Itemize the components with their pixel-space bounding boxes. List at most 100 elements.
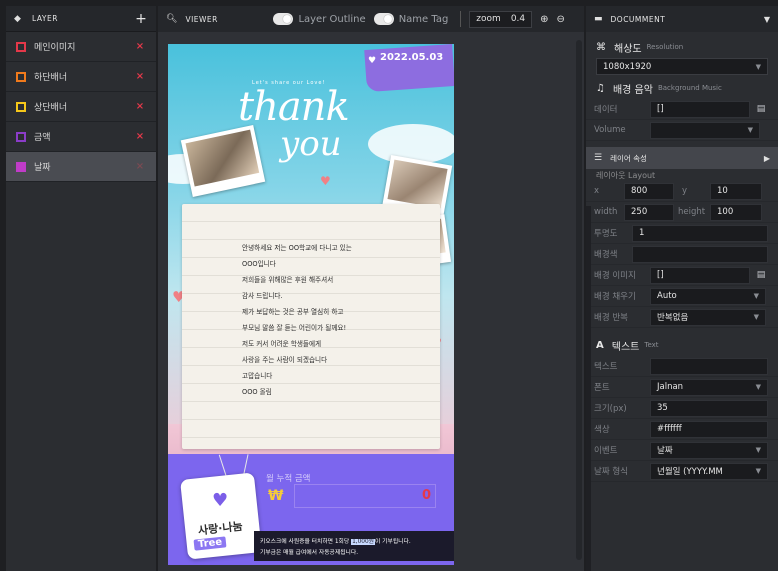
text-field[interactable] [650,357,768,375]
properties-panel: ▬ DOCUMMENT ▼ ⌘ 해상도 Resolution 1080x1920… [586,6,778,571]
you-text: you [280,124,342,164]
layer-label: 날짜 [34,163,51,173]
won-icon: ₩ [268,488,284,504]
delete-layer-button[interactable]: × [134,131,146,142]
photo-image [387,159,448,209]
opacity-row: 투명도 1 [586,223,778,244]
letter-line: 저도 커서 어려운 학생들에게 [242,340,322,348]
bgfill-value: Auto [657,291,677,301]
document-header[interactable]: ▬ DOCUMMENT ▼ [586,6,778,32]
opacity-label: 투명도 [594,229,618,239]
music-data-field[interactable]: [] [650,100,750,118]
resolution-subtitle: Resolution [646,43,684,51]
name-tag-toggle[interactable] [373,13,394,25]
layer-outline-toggle[interactable] [273,13,294,25]
donation-info-line: 키오스크에 사원증을 터치하면 1회당 1,000원이 기부됩니다. [260,536,411,545]
volume-label: Volume [594,125,626,135]
bgrepeat-select[interactable]: 반복없음 ▼ [650,308,766,326]
music-data-row: 데이터 [] ▤ [586,99,778,120]
heart-icon: ♥ [320,174,331,188]
color-field[interactable]: #ffffff [650,420,768,438]
layer-item-amount[interactable]: 금액 × [6,122,156,152]
music-section: ♫ 배경 음악 Background Music [586,77,778,99]
width-label: width [594,207,618,217]
bgrepeat-label: 배경 반복 [594,313,628,323]
font-row: 폰트 Jalnan ▼ [586,377,778,398]
search-icon: 🔍︎ [166,14,178,24]
height-field[interactable]: 100 [710,203,762,221]
music-title: 배경 음악 [612,84,653,96]
donation-info-text: 키오스크에 사원증을 터치하면 1회당 [260,539,352,545]
layer-item-main-image[interactable]: 메인이미지 × [6,32,156,62]
delete-layer-button[interactable]: × [134,101,146,112]
viewer-scrollbar[interactable] [576,40,582,560]
event-value: 날짜 [657,446,673,456]
bgimage-row: 배경 이미지 [] ▤ [586,265,778,286]
zoom-out-icon[interactable]: ⊖ [557,14,565,25]
file-icon[interactable]: ▤ [756,270,766,280]
chevron-down-icon: ▼ [755,383,761,391]
bgcolor-field[interactable] [632,245,768,263]
size-px-label: 크기(px) [594,404,627,414]
layer-item-top-banner[interactable]: 상단배너 × [6,92,156,122]
zoom-field[interactable]: zoom 0.4 [469,10,533,28]
x-label: x [594,186,600,196]
layer-item-bottom-banner[interactable]: 하단배너 × [6,62,156,92]
x-field[interactable]: 800 [624,182,674,200]
color-row: 색상 #ffffff [586,419,778,440]
design-canvas[interactable]: ♥ 2022.05.03 Let's share our Love! thank… [168,44,454,565]
zoom-label: zoom [476,14,501,24]
x-value: 800 [631,186,648,196]
chevron-down-icon: ▼ [755,467,761,475]
zoom-in-icon[interactable]: ⊕ [540,14,548,25]
resolution-select[interactable]: 1080x1920 ▼ [596,58,768,75]
bgimage-field[interactable]: [] [650,266,750,284]
text-title: 텍스트 [611,341,640,353]
width-value: 250 [631,207,648,217]
amount-value: 0 [421,488,431,503]
data-label: 데이터 [594,105,618,115]
font-select[interactable]: Jalnan ▼ [650,378,768,396]
letter-line: OOO입니다 [242,260,276,268]
chevron-down-icon: ▼ [755,446,761,454]
layer-item-date[interactable]: 날짜 × [6,152,156,182]
width-field[interactable]: 250 [624,203,674,221]
event-select[interactable]: 날짜 ▼ [650,441,768,459]
add-layer-button[interactable]: + [134,11,148,27]
letter-line: 감사 드립니다. [242,292,283,300]
date-format-select[interactable]: 년월일 (YYYY.MM ▼ [650,462,768,480]
date-format-row: 날짜 형식 년월일 (YYYY.MM ▼ [586,461,778,482]
color-value: #ffffff [657,424,682,434]
resolution-title: 해상도 [614,43,642,55]
layer-label: 금액 [34,133,51,143]
opacity-field[interactable]: 1 [632,224,768,242]
layer-properties-header[interactable]: ☰ 레이어 속성 ▶ [586,147,778,169]
resolution-icon: ⌘ [596,41,606,53]
size-px-field[interactable]: 35 [650,399,768,417]
y-value: 10 [717,186,728,196]
bgrepeat-row: 배경 반복 반복없음 ▼ [586,307,778,328]
chevron-down-icon[interactable]: ▼ [764,15,770,24]
music-data-value: [] [657,104,664,114]
size-row: width 250 height 100 [586,202,778,223]
opacity-value: 1 [639,228,645,238]
volume-select[interactable]: ▼ [650,121,760,139]
text-row: 텍스트 [586,356,778,377]
bgfill-select[interactable]: Auto ▼ [650,287,766,305]
date-text: 2022.05.03 [380,52,444,63]
chevron-down-icon: ▼ [755,62,761,71]
y-field[interactable]: 10 [710,182,762,200]
chevron-right-icon[interactable]: ▶ [764,154,770,163]
color-label: 색상 [594,425,610,435]
letter-line: 안녕하세요 저는 OO학교에 다니고 있는 [242,244,352,252]
delete-layer-button[interactable]: × [134,41,146,52]
properties-scrollbar[interactable] [586,206,591,571]
font-value: Jalnan [657,382,684,392]
file-icon[interactable]: ▤ [756,104,766,114]
letter-line: 제가 보답하는 것은 공부 열심히 하고 [242,308,344,316]
delete-layer-button[interactable]: × [134,71,146,82]
amount-layer-box[interactable]: 0 [294,484,436,508]
font-label: 폰트 [594,383,610,393]
delete-layer-button[interactable]: × [134,161,146,172]
donation-info-text: 이 기부됩니다. [375,539,411,545]
